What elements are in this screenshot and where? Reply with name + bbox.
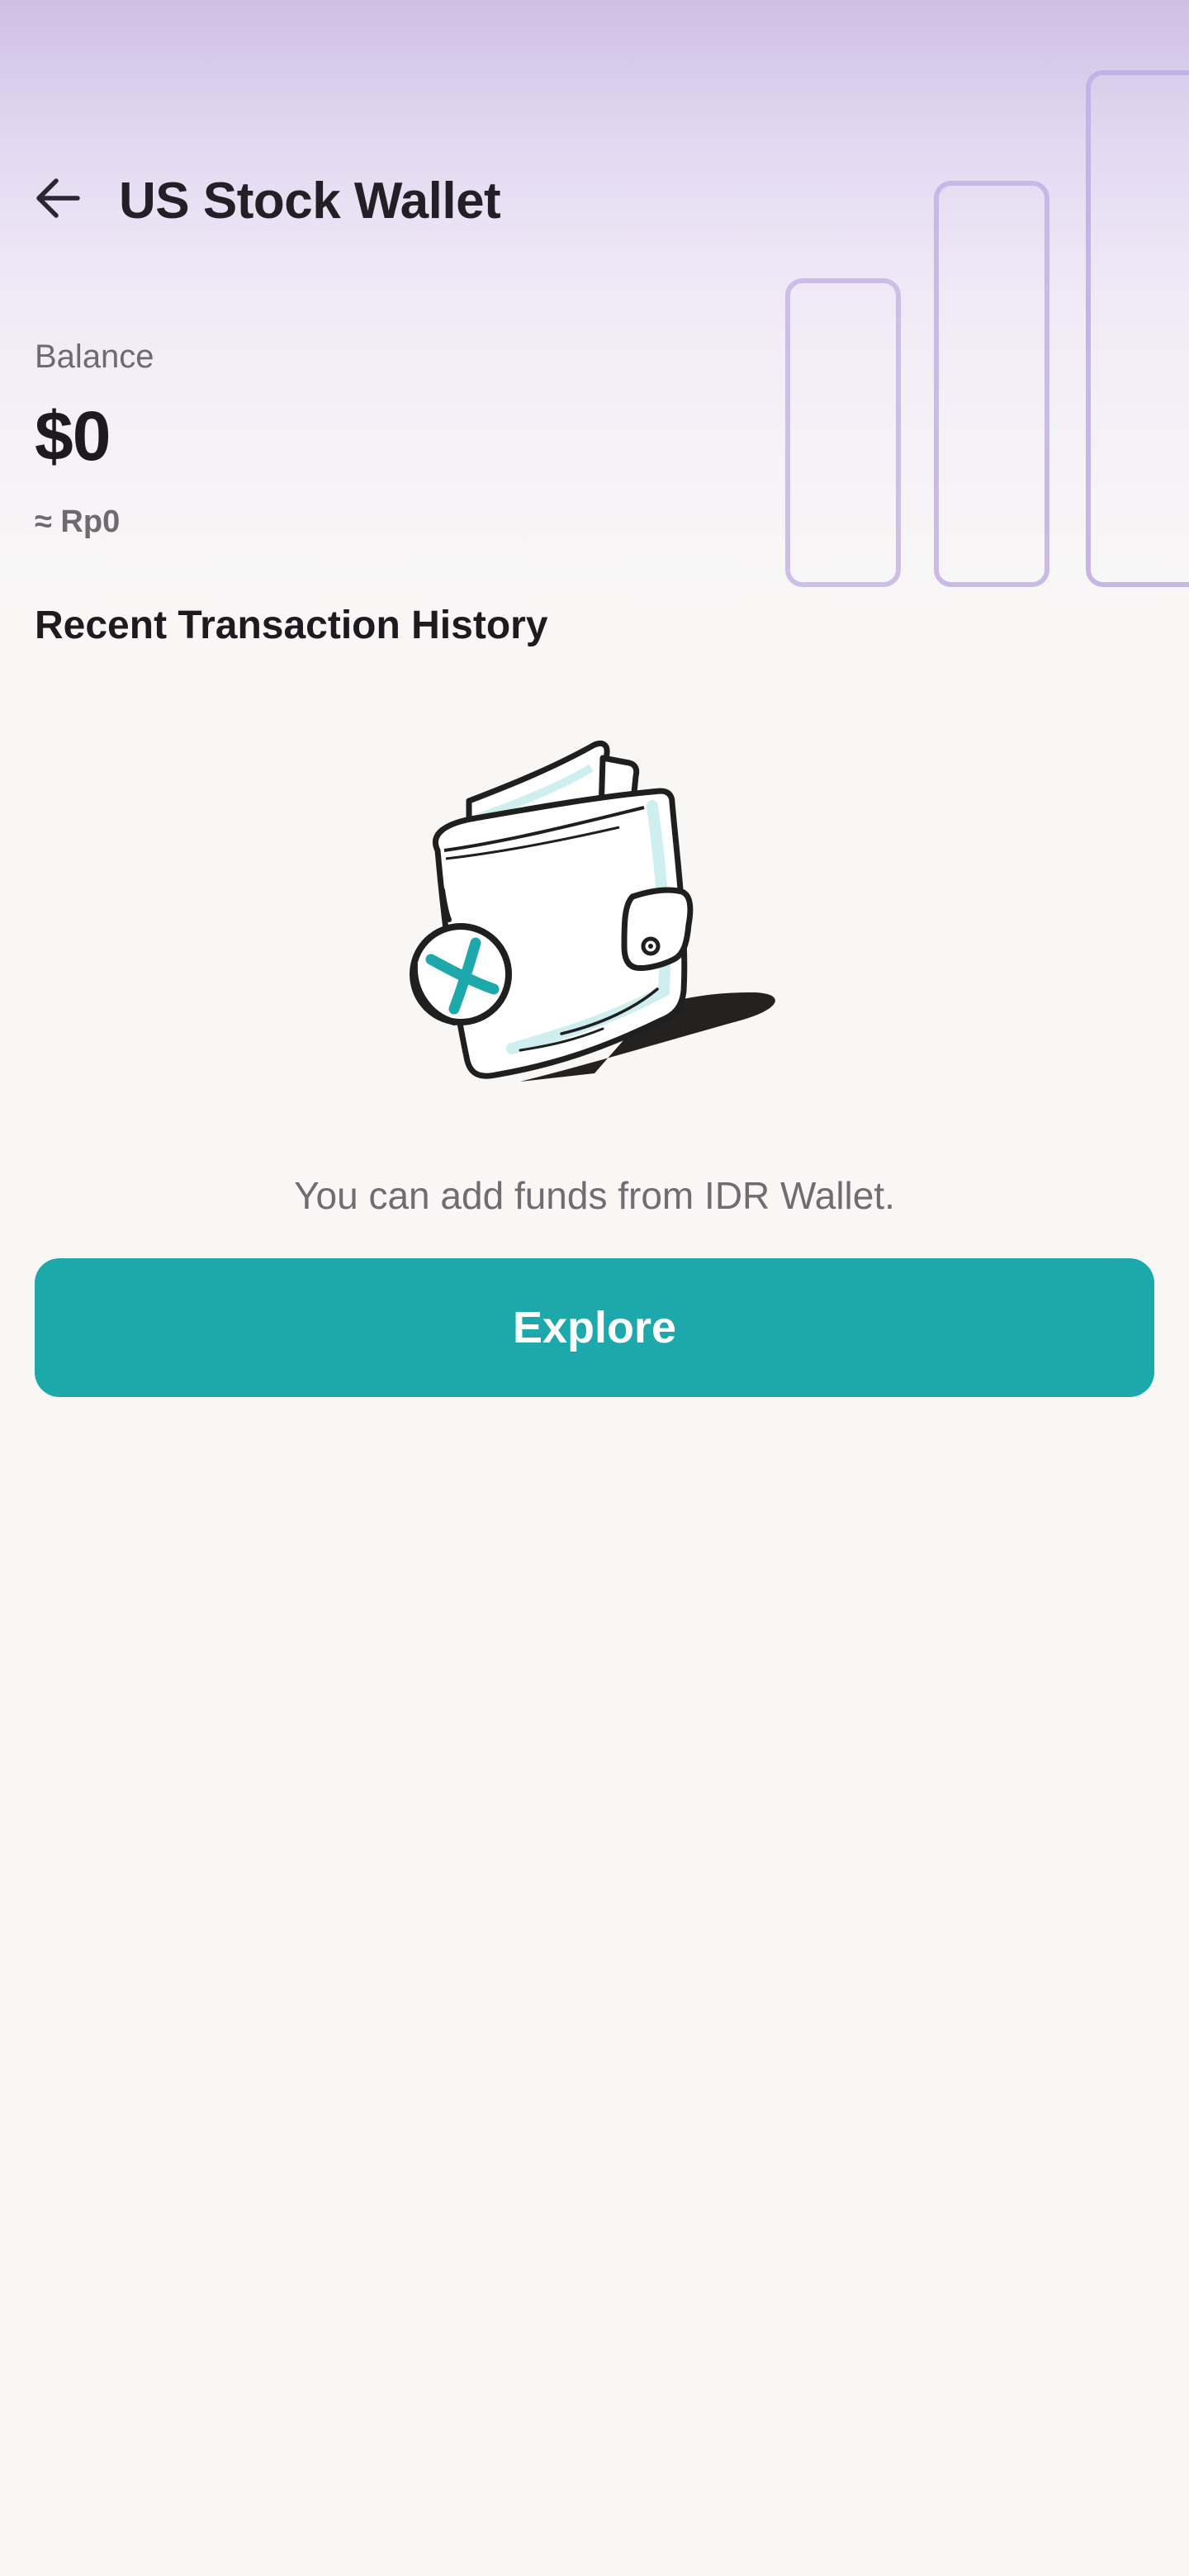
decorative-bar-3 [1086, 70, 1189, 587]
page-title: US Stock Wallet [119, 173, 501, 230]
empty-wallet-illustration [410, 740, 775, 1082]
decorative-bar-chart-icon [785, 70, 1189, 587]
balance-idr-value: ≈ Rp0 [35, 504, 121, 539]
empty-state-message: You can add funds from IDR Wallet. [294, 1174, 895, 1217]
arrow-left-icon [36, 178, 80, 218]
balance-usd-value: $0 [35, 397, 111, 475]
decorative-bar-1 [785, 278, 901, 587]
recent-transaction-title: Recent Transaction History [35, 604, 548, 647]
decorative-bar-2 [934, 181, 1049, 587]
explore-button[interactable]: Explore [35, 1258, 1154, 1397]
explore-button-label: Explore [512, 1303, 677, 1352]
back-button[interactable] [25, 165, 91, 231]
balance-label: Balance [35, 339, 154, 375]
